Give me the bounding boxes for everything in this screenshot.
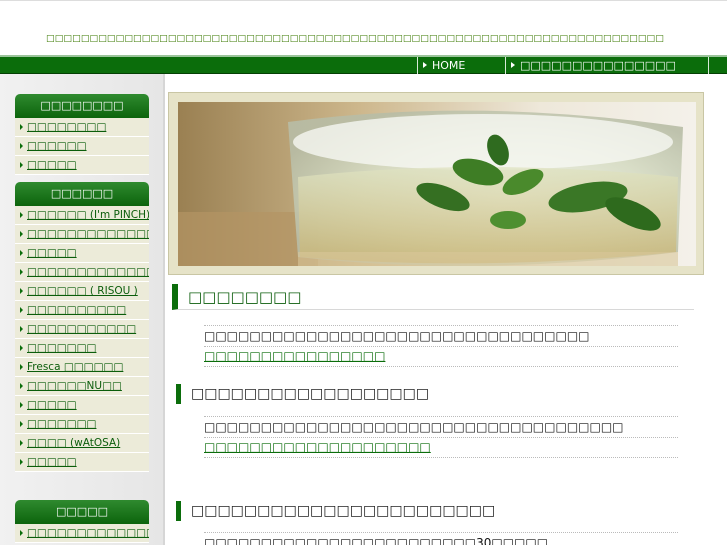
sidebar-item-link[interactable]: □□□□□□□□□□□ <box>27 323 136 335</box>
arrow-right-icon <box>20 440 23 446</box>
section-link-1-text[interactable]: □□□□□□□□□□□□□□□□ <box>204 349 385 363</box>
sidebar-item[interactable]: □□□□□ <box>15 396 149 415</box>
hero-image <box>178 102 696 266</box>
section-text-1: □□□□□□□□□□□□□□□□□□□□□□□□□□□□□□□□□□ <box>204 325 678 347</box>
sidebar-item[interactable]: □□□□□ <box>15 244 149 263</box>
arrow-right-icon <box>20 212 23 218</box>
sidebar-heading-1: □□□□□□□□ <box>15 94 149 118</box>
section-link-2-text[interactable]: □□□□□□□□□□□□□□□□□□□□ <box>204 440 431 454</box>
sidebar-item-link[interactable]: □□□□□ <box>27 456 77 468</box>
sidebar-item[interactable]: □□□□□□ ( RISOU ) <box>15 282 149 301</box>
section-link-2[interactable]: □□□□□□□□□□□□□□□□□□□□ <box>204 437 678 458</box>
nav-home-label: HOME <box>432 59 466 72</box>
sidebar-item[interactable]: □□□□□□ <box>15 137 149 156</box>
sidebar-item-link[interactable]: □□□□□□□□□□□□□□ <box>27 228 149 240</box>
main-content: □□□□□□□□ □□□□□□□□□□□□□□□□□□□□□□□□□□□□□□□… <box>168 74 727 545</box>
arrow-right-icon <box>20 530 23 536</box>
arrow-right-icon <box>20 459 23 465</box>
sidebar-item-link[interactable]: □□□□□□□□□□□□□□□□ <box>27 266 149 278</box>
sidebar-item[interactable]: □□□□□□□□□□□□□□ <box>15 225 149 244</box>
arrow-right-icon <box>20 288 23 294</box>
arrow-right-icon <box>20 364 23 370</box>
sidebar-item[interactable]: □□□□□□□□□□□□□□□□ <box>15 263 149 282</box>
sidebar-item[interactable]: □□□□□ <box>15 453 149 472</box>
sidebar-list-2: □□□□□□ (I'm PINCH) □□□□□□□□□□□□ □□ □□□ □□ … <box>15 206 149 472</box>
sidebar-item-link[interactable]: □□□□□□ ( RISOU ) <box>27 285 138 297</box>
sidebar-item-link[interactable]: □□□□□□□ <box>27 418 96 430</box>
nav-concept-label: □□□□□□□□□□□□□□□ <box>520 59 676 72</box>
arrow-right-icon <box>20 269 23 275</box>
arrow-right-icon <box>20 402 23 408</box>
nav-divider <box>708 57 709 74</box>
sidebar-list-3: □□□□□□□□□□□□□□□□□□ <box>15 524 149 543</box>
section-title-1: □□□□□□□□ <box>172 284 694 310</box>
arrow-right-icon <box>20 307 23 313</box>
hero-frame <box>168 92 704 275</box>
sidebar-heading-3: □□□□□ <box>15 500 149 524</box>
arrow-right-icon <box>20 143 23 149</box>
sidebar-item-link[interactable]: □□□□□ <box>27 399 77 411</box>
sidebar-item-link[interactable]: □□□□□□□□ <box>27 121 106 133</box>
arrow-right-icon <box>20 383 23 389</box>
hero-photo-mint-glass <box>178 102 696 266</box>
sidebar-item-link[interactable]: Fresca □□□□□□ <box>27 361 123 373</box>
global-nav: HOME □□□□□□□□□□□□□□□ <box>0 55 727 74</box>
sidebar-item-link[interactable]: □□□□□ <box>27 247 77 259</box>
sidebar-item-link[interactable]: □□□□ (wAtOSA) <box>27 437 120 449</box>
sidebar-item[interactable]: □□□□□ <box>15 156 149 175</box>
sidebar-item[interactable]: □□□□□□□□□□□□□□□□□□ <box>15 524 149 543</box>
sidebar-item-link[interactable]: □□□□□□□ <box>27 342 96 354</box>
sidebar-item-link[interactable]: □□□□□ <box>27 159 77 171</box>
arrow-right-icon <box>20 345 23 351</box>
arrow-right-icon <box>20 250 23 256</box>
section-title-3: □□□□□□□□□□□□□□□□□□□□□□□ <box>176 501 495 521</box>
sidebar-item-link[interactable]: □□□□□□ <box>27 140 87 152</box>
sidebar-item[interactable]: □□□□□□□□□□ <box>15 301 149 320</box>
arrow-right-icon <box>20 162 23 168</box>
sidebar-item[interactable]: □□□□□□□□ <box>15 118 149 137</box>
arrow-right-icon <box>20 326 23 332</box>
sidebar-item-link[interactable]: □□□□□□□□□□□□□□□□□□ <box>27 527 149 539</box>
sidebar-list-1: □□□□□□□□ □□□□□□ □□□□□ <box>15 118 149 175</box>
section-text-2: □□□□□□□□□□□□□□□□□□□□□□□□□□□□□□□□□□□□□ <box>204 416 678 438</box>
sidebar-item[interactable]: □□□□□□□□□□□ <box>15 320 149 339</box>
sidebar-heading-2: □□□□□□ <box>15 182 149 206</box>
nav-concept-link[interactable]: □□□□□□□□□□□□□□□ <box>505 57 708 74</box>
arrow-right-icon <box>511 62 515 68</box>
arrow-right-icon <box>20 231 23 237</box>
sidebar-item-link[interactable]: □□□□□□□□□□ <box>27 304 126 316</box>
sidebar-item[interactable]: □□□□□□NU□□ <box>15 377 149 396</box>
site-header: □□□□□□□□□□□□□□□□□□□□□□□□□□□□□□□□□□□□□□□□… <box>0 0 727 55</box>
arrow-right-icon <box>20 421 23 427</box>
arrow-right-icon <box>423 62 427 68</box>
site-tagline: □□□□□□□□□□□□□□□□□□□□□□□□□□□□□□□□□□□□□□□□… <box>46 34 664 44</box>
sidebar-item[interactable]: Fresca □□□□□□ <box>15 358 149 377</box>
section-link-1[interactable]: □□□□□□□□□□□□□□□□ <box>204 346 678 367</box>
sidebar-item-link[interactable]: □□□□□□NU□□ <box>27 380 122 392</box>
sidebar-item[interactable]: □□□□□□ (I'm PINCH) <box>15 206 149 225</box>
section-text-3: □□□□□□□□□□□□□□□□□□□□□□□□30□□□□□ <box>204 532 678 545</box>
section-title-2: □□□□□□□□□□□□□□□□□□ <box>176 384 429 404</box>
nav-home-link[interactable]: HOME <box>417 57 497 74</box>
sidebar-item[interactable]: □□□□□□□ <box>15 415 149 434</box>
sidebar-item-link[interactable]: □□□□□□ (I'm PINCH) <box>27 209 149 221</box>
sidebar-item[interactable]: □□□□□□□ <box>15 339 149 358</box>
arrow-right-icon <box>20 124 23 130</box>
sidebar: □□□□□□□□ □□□□□□□□ □□□□□□ □□□□□ □□□□□□ □□… <box>0 74 165 545</box>
sidebar-item[interactable]: □□□□ (wAtOSA) <box>15 434 149 453</box>
